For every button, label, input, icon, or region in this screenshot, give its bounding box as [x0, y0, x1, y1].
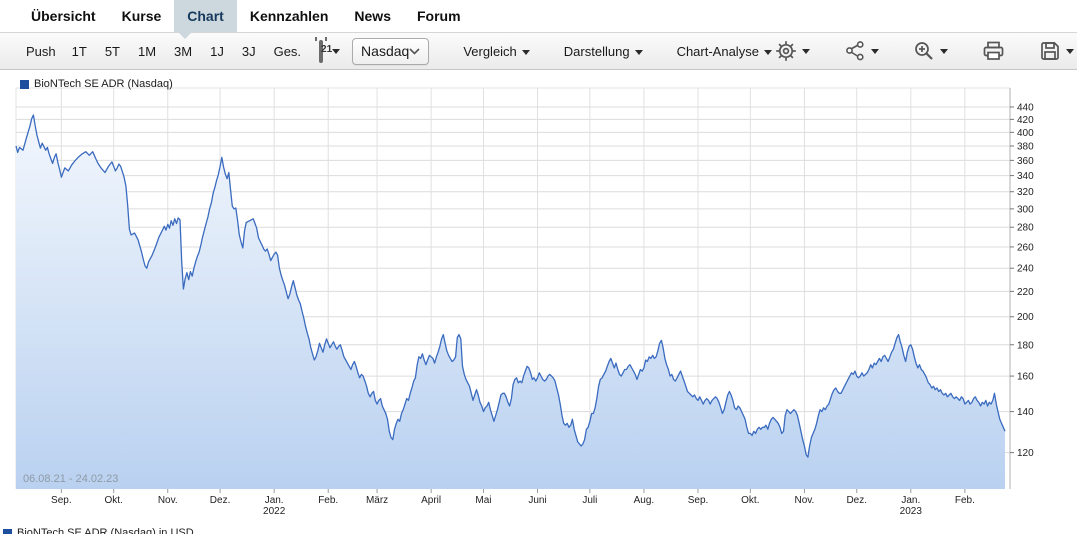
svg-text:Aug.: Aug.: [634, 495, 655, 506]
svg-text:Feb.: Feb.: [318, 495, 338, 506]
period-1m[interactable]: 1M: [138, 44, 156, 59]
chevron-down-icon: [801, 48, 810, 54]
svg-text:Jan.: Jan.: [901, 495, 920, 506]
svg-text:320: 320: [1017, 187, 1034, 198]
share-button[interactable]: [841, 38, 882, 64]
chevron-down-icon: [763, 49, 772, 55]
svg-text:340: 340: [1017, 171, 1034, 182]
series-color-swatch: [3, 528, 12, 534]
chart-area: BioNTech SE ADR (Nasdaq) Sep. Okt. Nov. Dez…: [0, 70, 1077, 534]
svg-text:April: April: [421, 495, 441, 506]
svg-text:240: 240: [1017, 264, 1034, 275]
exchange-select[interactable]: Nasdaq: [352, 37, 430, 65]
zoom-button[interactable]: [910, 38, 951, 64]
svg-text:120: 120: [1017, 448, 1034, 459]
series-color-swatch: [20, 79, 29, 89]
chart-toolbar: Push 1T 5T 1M 3M 1J 3J Ges. 21 Nasdaq Ve…: [0, 32, 1077, 70]
active-tab-notch: [178, 32, 192, 39]
svg-text:220: 220: [1017, 287, 1034, 298]
calendar-icon[interactable]: 21: [315, 36, 332, 63]
tab-forum[interactable]: Forum: [404, 0, 474, 32]
svg-text:Juni: Juni: [528, 495, 546, 506]
chart-analyse-menu[interactable]: Chart-Analyse: [677, 44, 772, 59]
chevron-down-icon: [870, 48, 879, 54]
vergleich-menu[interactable]: Vergleich: [463, 44, 530, 59]
svg-text:Okt.: Okt.: [741, 495, 759, 506]
period-1j[interactable]: 1J: [210, 44, 224, 59]
svg-text:Sep.: Sep.: [51, 495, 72, 506]
period-3m[interactable]: 3M: [174, 44, 192, 59]
tab-kurse[interactable]: Kurse: [109, 0, 175, 32]
print-icon: [983, 41, 1004, 60]
darstellung-menu[interactable]: Darstellung: [564, 44, 643, 59]
svg-text:Dez.: Dez.: [210, 495, 231, 506]
svg-text:380: 380: [1017, 141, 1034, 152]
chart-legend-label: BioNTech SE ADR (Nasdaq): [34, 78, 173, 90]
svg-text:Mai: Mai: [475, 495, 491, 506]
stock-chart-page: Übersicht Kurse Chart Kennzahlen News Fo…: [0, 0, 1077, 534]
chevron-down-icon: [521, 49, 530, 55]
chart-footer-legend-label: BioNTech SE ADR (Nasdaq) in USD: [17, 527, 194, 534]
share-icon: [846, 41, 864, 61]
calendar-dropdown-caret[interactable]: [332, 48, 341, 54]
svg-text:160: 160: [1017, 372, 1034, 383]
svg-text:Jan.: Jan.: [265, 495, 284, 506]
period-buttons: 1T 5T 1M 3M 1J 3J Ges.: [72, 44, 301, 59]
chart-footer-legend: BioNTech SE ADR (Nasdaq) in USD: [3, 527, 194, 534]
tab-kennzahlen[interactable]: Kennzahlen: [237, 0, 342, 32]
svg-text:400: 400: [1017, 128, 1034, 139]
svg-text:180: 180: [1017, 340, 1034, 351]
chevron-down-icon: [634, 49, 643, 55]
exchange-select-value: Nasdaq: [361, 43, 410, 59]
chevron-down-icon: [939, 48, 948, 54]
svg-text:140: 140: [1017, 407, 1034, 418]
svg-text:2023: 2023: [900, 506, 923, 517]
svg-text:260: 260: [1017, 242, 1034, 253]
period-5t[interactable]: 5T: [105, 44, 120, 59]
tab-chart[interactable]: Chart: [174, 0, 237, 32]
svg-text:Okt.: Okt.: [105, 495, 123, 506]
period-3j[interactable]: 3J: [242, 44, 256, 59]
svg-text:360: 360: [1017, 156, 1034, 167]
svg-text:Nov.: Nov.: [794, 495, 814, 506]
settings-gear-icon: [776, 41, 796, 61]
svg-text:280: 280: [1017, 223, 1034, 234]
push-button[interactable]: Push: [26, 44, 56, 59]
svg-text:200: 200: [1017, 312, 1034, 323]
svg-text:Nov.: Nov.: [158, 495, 178, 506]
svg-text:Juli: Juli: [582, 495, 597, 506]
svg-text:Dez.: Dez.: [846, 495, 867, 506]
date-range-label: 06.08.21 - 24.02.23: [23, 473, 119, 485]
svg-text:420: 420: [1017, 115, 1034, 126]
toolbar-icon-group: [772, 38, 1077, 64]
svg-text:Feb.: Feb.: [955, 495, 975, 506]
print-button[interactable]: [979, 38, 1008, 64]
zoom-in-icon: [915, 42, 933, 60]
svg-text:2022: 2022: [263, 506, 286, 517]
save-icon: [1041, 42, 1059, 60]
svg-text:März: März: [366, 495, 388, 506]
period-1t[interactable]: 1T: [72, 44, 87, 59]
chevron-down-icon: [1065, 48, 1074, 54]
tab-uebersicht[interactable]: Übersicht: [18, 0, 109, 32]
save-button[interactable]: [1036, 38, 1077, 64]
svg-text:Sep.: Sep.: [688, 495, 709, 506]
price-chart[interactable]: Sep. Okt. Nov. Dez. Jan.2022Feb. März April Mai…: [0, 70, 1077, 534]
svg-text:300: 300: [1017, 204, 1034, 215]
period-ges[interactable]: Ges.: [274, 44, 301, 59]
svg-text:440: 440: [1017, 103, 1034, 114]
tab-news[interactable]: News: [341, 0, 404, 32]
chevron-down-icon: [409, 47, 420, 55]
chart-legend: BioNTech SE ADR (Nasdaq): [20, 78, 173, 90]
page-tab-bar: Übersicht Kurse Chart Kennzahlen News Fo…: [0, 0, 1077, 32]
settings-button[interactable]: [772, 38, 813, 64]
